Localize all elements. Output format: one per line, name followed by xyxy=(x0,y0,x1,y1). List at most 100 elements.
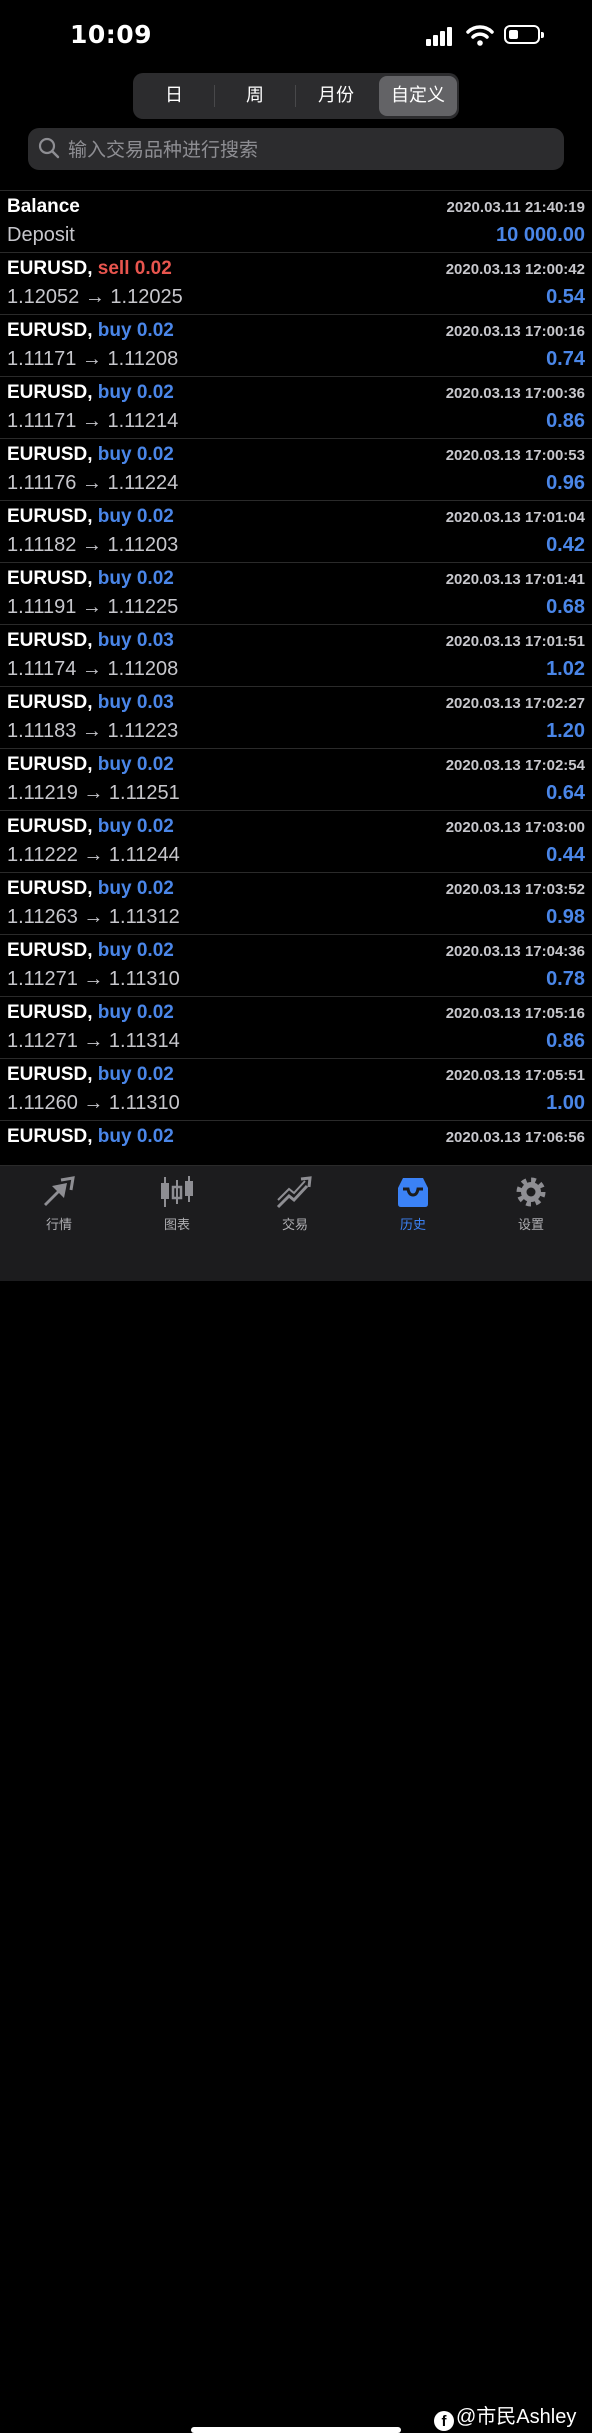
deal-symbol: EURUSD, buy 0.02 xyxy=(7,444,174,466)
deal-datetime: 2020.03.13 17:00:16 xyxy=(445,323,585,340)
deal-datetime: 2020.03.13 17:05:51 xyxy=(445,1067,585,1084)
deal-prices: 1.11176 → 1.11224 xyxy=(7,472,179,494)
deal-profit: 0.64 xyxy=(546,782,585,804)
symbol-name: EURUSD, xyxy=(7,258,93,279)
tab-quotes[interactable]: 行情 xyxy=(9,1174,109,1234)
deal-direction: buy xyxy=(97,630,132,651)
deal-row[interactable]: EURUSD, buy 0.03 2020.03.13 17:01:51 1.111… xyxy=(0,625,592,687)
status-bar: 10:09 xyxy=(0,0,592,70)
period-tab-custom[interactable]: 自定义 xyxy=(379,76,457,116)
deal-symbol: EURUSD, buy 0.03 xyxy=(7,630,174,652)
period-tab-month[interactable]: 月份 xyxy=(297,76,375,116)
deal-symbol: EURUSD, buy 0.02 xyxy=(7,382,174,404)
deal-symbol: EURUSD, buy 0.02 xyxy=(7,1002,174,1024)
symbol-name: EURUSD, xyxy=(7,878,93,899)
watermark-text: @市民Ashley xyxy=(456,2406,577,2428)
symbol-name: EURUSD, xyxy=(7,1064,93,1085)
balance-row[interactable]: Balance 2020.03.11 21:40:19 Deposit 10 000.… xyxy=(0,191,592,253)
deal-datetime: 2020.03.13 17:00:36 xyxy=(445,385,585,402)
deal-direction: buy xyxy=(97,754,132,775)
deal-symbol: EURUSD, buy 0.02 xyxy=(7,320,174,342)
deal-row[interactable]: EURUSD, buy 0.02 2020.03.13 17:05:51 1.112… xyxy=(0,1059,592,1121)
deal-prices: 1.11182 → 1.11203 xyxy=(7,534,179,556)
deal-datetime: 2020.03.13 17:00:53 xyxy=(445,447,585,464)
deal-datetime: 2020.03.13 17:01:51 xyxy=(445,633,585,650)
deal-row[interactable]: EURUSD, buy 0.02 2020.03.13 17:01:41 1.111… xyxy=(0,563,592,625)
symbol-name: EURUSD, xyxy=(7,816,93,837)
deal-row[interactable]: EURUSD, buy 0.02 2020.03.13 17:01:04 1.111… xyxy=(0,501,592,563)
deal-volume: 0.02 xyxy=(136,568,174,589)
chart-icon xyxy=(161,1176,193,1207)
tab-label: 历史 xyxy=(399,1218,426,1233)
deal-datetime: 2020.03.13 17:06:56 xyxy=(445,1129,585,1146)
deal-row[interactable]: EURUSD, buy 0.02 2020.03.13 17:04:36 1.112… xyxy=(0,935,592,997)
deal-row[interactable]: EURUSD, buy 0.02 2020.03.13 17:00:53 1.111… xyxy=(0,439,592,501)
symbol-name: EURUSD, xyxy=(7,754,93,775)
deal-direction: buy xyxy=(97,320,132,341)
deal-volume: 0.02 xyxy=(136,506,174,527)
deal-datetime: 2020.03.13 12:00:42 xyxy=(445,261,585,278)
symbol-search-bar xyxy=(28,128,564,172)
deal-direction: buy xyxy=(97,1002,132,1023)
deal-row[interactable]: EURUSD, buy 0.02 2020.03.13 17:03:00 1.112… xyxy=(0,811,592,873)
period-tab-day[interactable]: 日 xyxy=(135,76,213,116)
bottom-tab-bar: 行情 图表 交易 历史 设置 f @市民Ashley xyxy=(0,1165,592,2433)
period-tab-week[interactable]: 周 xyxy=(216,76,294,116)
deal-direction: buy xyxy=(97,940,132,961)
deal-row[interactable]: EURUSD, buy 0.02 2020.03.13 17:02:54 1.112… xyxy=(0,749,592,811)
deal-volume: 0.02 xyxy=(136,444,174,465)
tab-settings[interactable]: 设置 xyxy=(481,1174,581,1234)
symbol-name: EURUSD, xyxy=(7,568,93,589)
wifi-icon xyxy=(466,25,494,46)
deal-datetime: 2020.03.11 21:40:19 xyxy=(446,199,585,216)
segment-divider xyxy=(295,85,296,107)
symbol-name: EURUSD, xyxy=(7,940,93,961)
deal-prices: 1.11171 → 1.11208 xyxy=(7,348,179,370)
deal-row[interactable]: EURUSD, sell 0.02 2020.03.13 12:00:42 1.12… xyxy=(0,253,592,315)
deal-datetime: 2020.03.13 17:02:54 xyxy=(445,757,585,774)
battery-icon xyxy=(504,25,544,44)
symbol-name: EURUSD, xyxy=(7,320,93,341)
deal-profit: 0.74 xyxy=(546,348,585,370)
deal-direction: buy xyxy=(97,444,132,465)
deal-row[interactable]: EURUSD, buy 0.02 2020.03.13 17:06:56 xyxy=(0,1121,592,1166)
deal-volume: 0.02 xyxy=(136,816,174,837)
symbol-name: EURUSD, xyxy=(7,1002,93,1023)
deal-datetime: 2020.03.13 17:03:52 xyxy=(445,881,585,898)
deal-profit: 0.86 xyxy=(546,410,585,432)
deal-prices: 1.11271 → 1.11310 xyxy=(7,968,180,990)
deal-datetime: 2020.03.13 17:02:27 xyxy=(445,695,585,712)
deal-symbol: EURUSD, buy 0.02 xyxy=(7,506,174,528)
deal-volume: 0.02 xyxy=(136,940,174,961)
deal-symbol: EURUSD, buy 0.02 xyxy=(7,568,174,590)
deal-prices: 1.12052 → 1.12025 xyxy=(7,286,183,308)
deal-profit: 0.42 xyxy=(546,534,585,556)
deal-prices: 1.11219 → 1.11251 xyxy=(7,782,180,804)
deal-direction: buy xyxy=(97,1126,132,1147)
deal-row[interactable]: EURUSD, buy 0.03 2020.03.13 17:02:27 1.111… xyxy=(0,687,592,749)
deal-prices: 1.11191 → 1.11225 xyxy=(7,596,179,618)
settings-icon xyxy=(516,1177,546,1207)
deal-row[interactable]: EURUSD, buy 0.02 2020.03.13 17:00:36 1.111… xyxy=(0,377,592,439)
deal-symbol: EURUSD, buy 0.02 xyxy=(7,754,174,776)
deal-prices: 1.11263 → 1.11312 xyxy=(7,906,180,928)
deal-row[interactable]: EURUSD, buy 0.02 2020.03.13 17:05:16 1.112… xyxy=(0,997,592,1059)
deal-profit: 0.44 xyxy=(546,844,585,866)
deal-profit: 1.20 xyxy=(546,720,585,742)
deal-row[interactable]: EURUSD, buy 0.02 2020.03.13 17:03:52 1.112… xyxy=(0,873,592,935)
deal-prices: 1.11171 → 1.11214 xyxy=(7,410,179,432)
history-list[interactable]: Balance 2020.03.11 21:40:19 Deposit 10 000.… xyxy=(0,190,592,1166)
deal-row[interactable]: EURUSD, buy 0.02 2020.03.13 17:00:16 1.111… xyxy=(0,315,592,377)
deal-symbol: Balance xyxy=(7,196,80,218)
deal-volume: 0.02 xyxy=(136,754,174,775)
deal-direction: buy xyxy=(97,506,132,527)
tab-trade[interactable]: 交易 xyxy=(245,1174,345,1234)
deal-profit: 0.78 xyxy=(546,968,585,990)
symbol-search-input[interactable] xyxy=(66,128,550,172)
home-indicator[interactable] xyxy=(191,2427,401,2433)
deal-symbol: EURUSD, sell 0.02 xyxy=(7,258,172,280)
quotes-icon xyxy=(44,1176,75,1206)
tab-history[interactable]: 历史 xyxy=(363,1174,463,1234)
deal-datetime: 2020.03.13 17:01:41 xyxy=(445,571,585,588)
tab-chart[interactable]: 图表 xyxy=(127,1174,227,1234)
